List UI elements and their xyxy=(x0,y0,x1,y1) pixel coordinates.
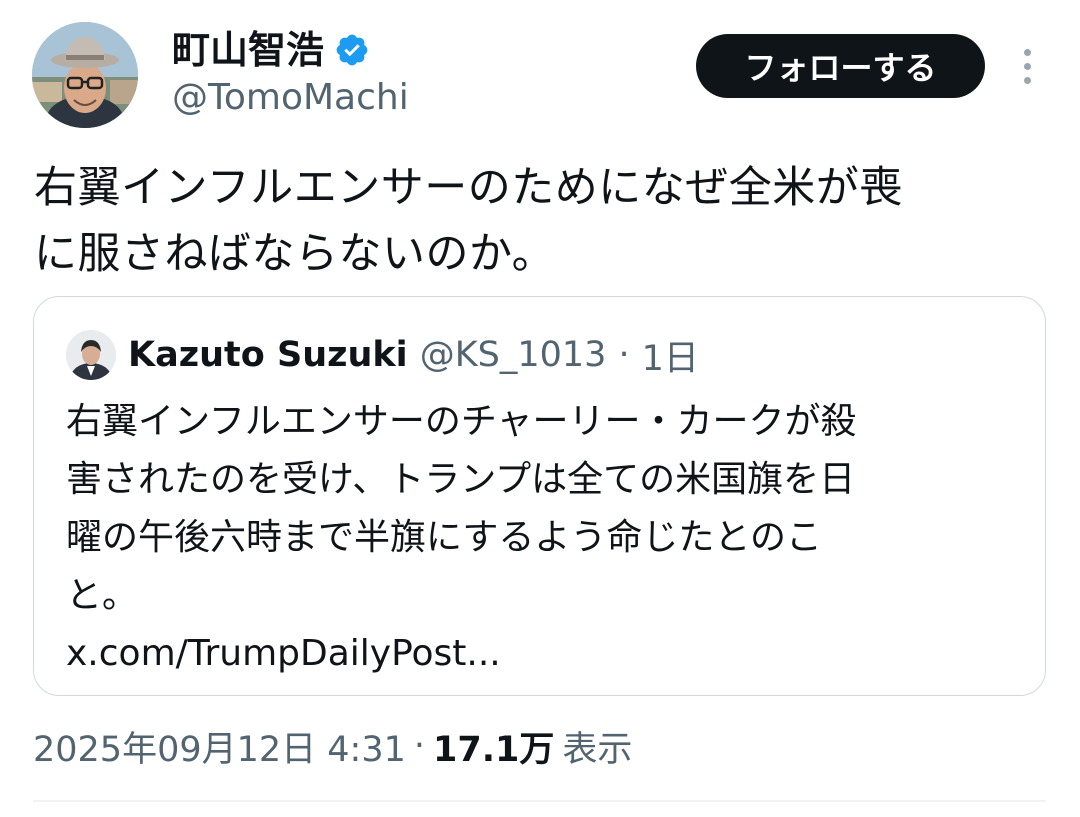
quoted-text-line: 右翼インフルエンサーのチャーリー・カークが殺 xyxy=(66,401,857,442)
follow-button[interactable]: フォローする xyxy=(696,34,985,98)
quoted-tweet-card[interactable]: Kazuto Suzuki @KS_1013 · 1日 右翼インフルエンサーのチ… xyxy=(33,296,1046,696)
verified-badge-icon xyxy=(334,32,370,68)
quoted-text-line: 曜の午後六時まで半旗にするよう命じたとのこ xyxy=(66,517,823,558)
quoted-tweet-link[interactable]: x.com/TrumpDailyPost... xyxy=(66,625,1006,683)
views-label: 表示 xyxy=(562,729,633,770)
tweet-text: 右翼インフルエンサーのためになぜ全米が喪 に服さねばならないのか。 xyxy=(34,155,1044,287)
more-vertical-icon[interactable] xyxy=(1010,40,1044,92)
quoted-author-avatar xyxy=(66,330,116,380)
quoted-tweet-text: 右翼インフルエンサーのチャーリー・カークが殺 害されたのを受け、トランプは全ての… xyxy=(66,393,1006,683)
more-dot xyxy=(1023,62,1031,70)
author-handle[interactable]: @TomoMachi xyxy=(172,78,409,118)
tweet-meta-row: 2025年09月12日 4:31 · 17.1万 表示 xyxy=(33,718,632,774)
more-dot xyxy=(1023,48,1031,56)
author-name-row[interactable]: 町山智浩 xyxy=(172,24,370,76)
divider xyxy=(33,800,1046,802)
profile-photo-icon xyxy=(32,22,138,128)
author-display-name[interactable]: 町山智浩 xyxy=(172,31,324,69)
quoted-text-line: と。 xyxy=(66,575,139,616)
tweet-timestamp[interactable]: 2025年09月12日 4:31 xyxy=(33,721,406,772)
quoted-text-line: 害されたのを受け、トランプは全ての米国旗を日 xyxy=(66,459,856,500)
separator-dot: · xyxy=(413,726,426,766)
author-avatar[interactable] xyxy=(32,22,138,128)
quoted-tweet-time: 1日 xyxy=(641,338,699,379)
quoted-tweet-header: Kazuto Suzuki @KS_1013 · 1日 xyxy=(66,329,699,381)
quoted-author-name: Kazuto Suzuki xyxy=(128,335,408,375)
views-count: 17.1万 xyxy=(433,729,555,770)
more-dot xyxy=(1023,76,1031,84)
tweet-text-line: 右翼インフルエンサーのためになぜ全米が喪 xyxy=(34,163,903,213)
quoted-author-handle: @KS_1013 xyxy=(419,335,607,375)
tweet-detail-page: 町山智浩 @TomoMachi フォローする 右翼インフルエンサーのためになぜ全… xyxy=(0,0,1080,817)
tweet-text-line: に服さねばならないのか。 xyxy=(34,229,556,279)
profile-photo-icon xyxy=(66,330,116,380)
separator-dot: · xyxy=(618,335,630,375)
